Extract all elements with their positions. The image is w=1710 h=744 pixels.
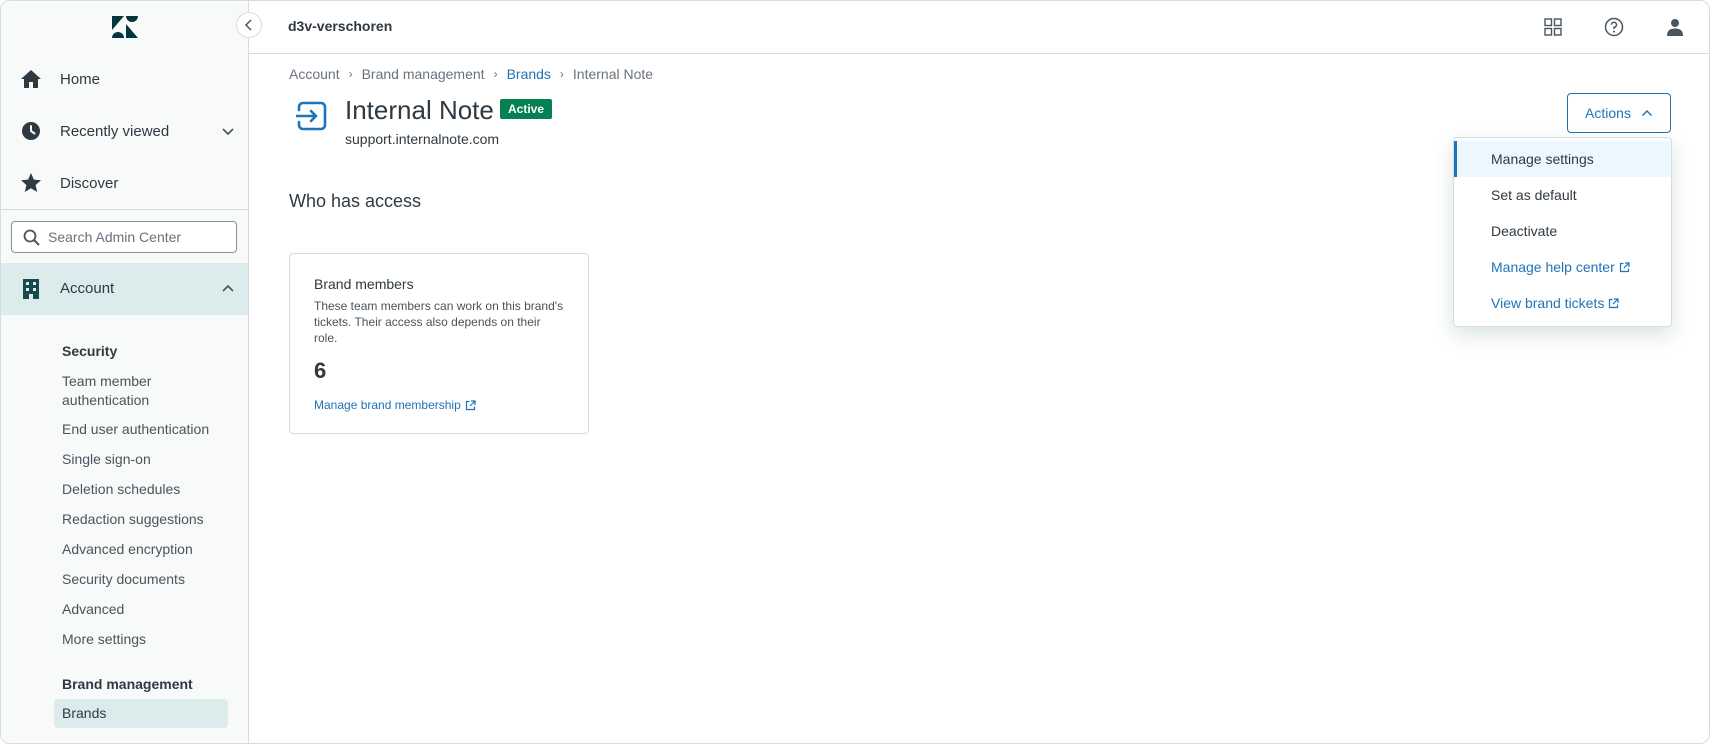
menu-item-set-as-default[interactable]: Set as default [1454,177,1671,213]
menu-item-view-brand-tickets[interactable]: View brand tickets [1454,285,1671,321]
workspace-name: d3v-verschoren [288,18,393,34]
manage-brand-membership-link[interactable]: Manage brand membership [314,398,476,412]
nav-account[interactable]: Account [1,263,248,315]
nav-recently-viewed-label: Recently viewed [60,122,170,140]
actions-button[interactable]: Actions [1567,93,1671,133]
nav-account-label: Account [60,280,115,297]
sidebar-item-advanced-encryption[interactable]: Advanced encryption [62,540,232,559]
breadcrumb-separator-icon: › [559,67,564,81]
page-title: Internal Note [345,95,494,125]
menu-item-label: Set as default [1491,187,1577,203]
sidebar-item-more-settings[interactable]: More settings [62,630,232,649]
security-heading: Security [62,343,118,359]
sidebar-item-deletion-schedules[interactable]: Deletion schedules [62,480,232,499]
menu-item-label: Manage settings [1491,151,1594,167]
breadcrumb-brands[interactable]: Brands [507,66,551,82]
external-link-icon [1609,297,1619,308]
nav-home[interactable]: Home [1,56,248,102]
sidebar-item-redaction-suggestions[interactable]: Redaction suggestions [62,510,232,529]
menu-item-deactivate[interactable]: Deactivate [1454,213,1671,249]
apps-grid-icon[interactable] [1542,16,1564,38]
brand-members-card: Brand members These team members can wor… [289,253,589,434]
actions-label: Actions [1585,105,1631,121]
menu-item-manage-settings[interactable]: Manage settings [1454,141,1671,177]
sidebar-item-advanced[interactable]: Advanced [62,600,232,619]
actions-menu: Manage settings Set as default Deactivat… [1453,137,1672,327]
card-description: These team members can work on this bran… [314,299,564,345]
app-window: Home Recently viewed Discover Account [0,0,1710,744]
brand-domain: support.internalnote.com [345,131,500,147]
member-count: 6 [314,358,327,383]
nav-discover-label: Discover [60,174,119,192]
sidebar-item-brands[interactable]: Brands [62,704,232,723]
breadcrumb-separator-icon: › [493,67,498,81]
external-link-icon [465,399,476,410]
menu-item-label: View brand tickets [1491,295,1605,311]
chevron-up-icon[interactable] [220,281,236,297]
breadcrumb: Account › Brand management › Brands › In… [289,66,653,82]
chevron-down-icon[interactable] [220,123,236,139]
zendesk-logo[interactable] [111,15,139,39]
sidebar-divider [1,209,248,210]
clock-icon [20,120,42,142]
nav-home-label: Home [60,70,101,88]
menu-item-manage-help-center[interactable]: Manage help center [1454,249,1671,285]
chevron-left-icon [244,19,252,31]
home-icon [20,68,42,90]
breadcrumb-account[interactable]: Account [289,66,340,82]
search-input[interactable] [48,227,228,247]
nav-discover[interactable]: Discover [1,160,248,206]
breadcrumb-brand-management[interactable]: Brand management [362,66,485,82]
brand-logo-icon [296,101,327,131]
user-profile-icon[interactable] [1664,16,1686,38]
sidebar-item-single-sign-on[interactable]: Single sign-on [62,450,232,469]
search-admin-center[interactable] [11,221,237,253]
collapse-sidebar-button[interactable] [236,12,262,38]
sidebar-item-security-documents[interactable]: Security documents [62,570,232,589]
section-title: Who has access [289,191,422,211]
status-badge: Active [500,99,553,119]
manage-brand-membership-label: Manage brand membership [314,398,461,412]
sidebar-item-team-member-authentication[interactable]: Team member authentication [62,372,232,410]
nav-recently-viewed[interactable]: Recently viewed [1,108,248,154]
card-title: Brand members [314,276,414,292]
search-icon [23,229,40,246]
menu-item-label: Manage help center [1491,259,1615,275]
sidebar: Home Recently viewed Discover Account [1,1,249,743]
top-bar: d3v-verschoren [249,1,1709,54]
brand-management-heading: Brand management [62,676,193,692]
building-icon [20,278,42,305]
breadcrumb-separator-icon: › [348,67,353,81]
menu-item-label: Deactivate [1491,223,1558,239]
help-icon[interactable] [1603,16,1625,38]
chevron-up-icon [1641,109,1652,117]
star-icon [20,172,42,194]
external-link-icon [1619,261,1630,272]
breadcrumb-current: Internal Note [572,66,654,82]
sidebar-item-end-user-authentication[interactable]: End user authentication [62,420,232,439]
